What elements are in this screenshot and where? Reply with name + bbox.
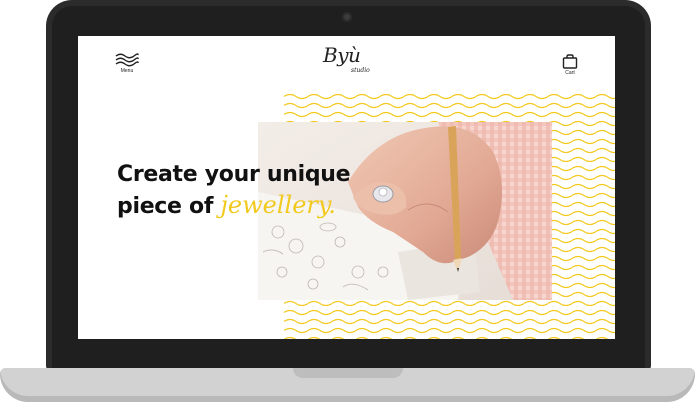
- menu-label: Menu: [120, 68, 134, 74]
- hero-headline: Create your unique piece of jewellery.: [117, 160, 351, 222]
- cart-button[interactable]: Cart: [559, 54, 581, 76]
- shopping-bag-icon: [562, 54, 578, 69]
- headline-line-2-text: piece of: [117, 194, 221, 219]
- logo-subtext: studio: [351, 67, 370, 74]
- cart-label: Cart: [565, 70, 575, 76]
- website-screen: Menu Byù studio Cart Create your unique …: [78, 36, 615, 339]
- waves-icon: [115, 53, 139, 67]
- menu-button[interactable]: Menu: [113, 52, 141, 74]
- webcam: [342, 12, 352, 22]
- headline-line-1: Create your unique: [117, 162, 351, 187]
- brand-logo[interactable]: Byù studio: [318, 42, 378, 80]
- headline-line-2: piece of jewellery.: [117, 190, 350, 222]
- headline-script-word: jewellery.: [220, 191, 336, 219]
- laptop-base-notch: [293, 368, 403, 378]
- logo-text: Byù: [323, 43, 361, 67]
